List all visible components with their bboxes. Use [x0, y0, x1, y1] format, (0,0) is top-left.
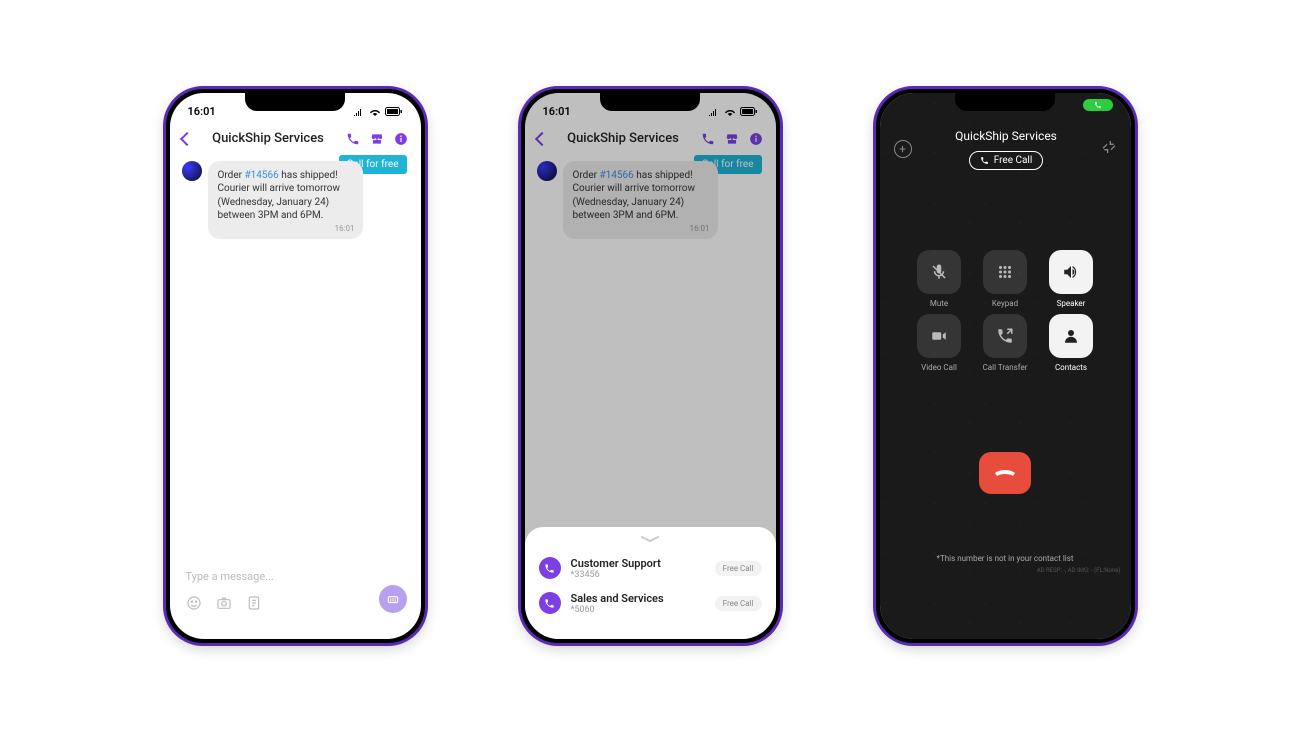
- keypad-button[interactable]: Keypad: [977, 250, 1033, 308]
- contact-name: Customer Support: [571, 557, 705, 570]
- phone-mock-2: 16:01 QuickShip Services Call for free O…: [518, 86, 783, 646]
- speaker-button[interactable]: Speaker: [1043, 250, 1099, 308]
- video-call-label: Video Call: [921, 363, 957, 372]
- back-icon[interactable]: [179, 131, 193, 145]
- mute-button[interactable]: Mute: [911, 250, 967, 308]
- call-transfer-label: Call Transfer: [983, 363, 1028, 372]
- contact-name: Sales and Services: [571, 592, 705, 605]
- store-icon[interactable]: [369, 131, 385, 147]
- send-button[interactable]: [379, 585, 407, 613]
- message-input-bar: Type a message...: [170, 558, 421, 627]
- status-icons: [353, 107, 403, 116]
- contacts-label: Contacts: [1055, 363, 1087, 372]
- sender-avatar[interactable]: [182, 161, 202, 181]
- contact-number: *5060: [571, 605, 705, 615]
- nav-header: QuickShip Services: [170, 125, 421, 153]
- contact-row[interactable]: Sales and Services *5060 Free Call: [537, 586, 764, 621]
- info-icon[interactable]: [393, 131, 409, 147]
- phone-mock-3: + QuickShip Services Free Call Mute: [873, 86, 1138, 646]
- order-link[interactable]: #14566: [245, 170, 279, 181]
- attach-icon[interactable]: [246, 595, 262, 615]
- mute-label: Mute: [930, 299, 948, 308]
- keypad-label: Keypad: [992, 299, 1018, 308]
- call-controls-grid: Mute Keypad Speaker Video Call Call Tran…: [911, 250, 1099, 372]
- chat-title: QuickShip Services: [200, 131, 337, 146]
- notch: [955, 93, 1055, 111]
- minimize-call-icon[interactable]: [1101, 139, 1117, 159]
- camera-icon[interactable]: [216, 595, 232, 615]
- call-screen: + QuickShip Services Free Call Mute: [880, 93, 1131, 639]
- phone-icon[interactable]: [345, 131, 361, 147]
- notch: [245, 93, 345, 111]
- chat-messages: Call for free Order #14566 has shipped! …: [170, 153, 421, 247]
- phone-icon: [539, 592, 561, 614]
- video-call-button[interactable]: Video Call: [911, 314, 967, 372]
- phone-icon: [539, 557, 561, 579]
- call-title: QuickShip Services: [955, 129, 1057, 143]
- free-call-label: Free Call: [994, 155, 1033, 166]
- free-call-pill[interactable]: Free Call: [715, 561, 762, 576]
- contacts-button[interactable]: Contacts: [1043, 314, 1099, 372]
- call-transfer-button[interactable]: Call Transfer: [977, 314, 1033, 372]
- emoji-icon[interactable]: [186, 595, 202, 615]
- message-input[interactable]: Type a message...: [182, 564, 409, 589]
- contact-number: *33456: [571, 570, 705, 580]
- speaker-label: Speaker: [1057, 299, 1086, 308]
- hang-up-button[interactable]: [979, 452, 1031, 494]
- free-call-chip: Free Call: [969, 151, 1044, 170]
- call-options-sheet: Customer Support *33456 Free Call Sales …: [525, 527, 776, 639]
- notch: [600, 93, 700, 111]
- phone-mock-1: 16:01 QuickShip Services Call for free O…: [163, 86, 428, 646]
- debug-text: AD RESP: -, AD IMG: - (FL:None): [880, 563, 1131, 578]
- contact-note: *This number is not in your contact list: [880, 554, 1131, 563]
- free-call-pill[interactable]: Free Call: [715, 596, 762, 611]
- message-time: 16:01: [335, 224, 355, 235]
- add-call-button[interactable]: +: [894, 140, 912, 158]
- status-time: 16:01: [188, 105, 216, 118]
- call-pill-indicator[interactable]: [1083, 99, 1113, 111]
- msg-prefix: Order: [218, 170, 245, 181]
- contact-row[interactable]: Customer Support *33456 Free Call: [537, 551, 764, 586]
- sheet-drag-handle[interactable]: [537, 535, 764, 543]
- message-bubble: Order #14566 has shipped! Courier will a…: [208, 161, 363, 239]
